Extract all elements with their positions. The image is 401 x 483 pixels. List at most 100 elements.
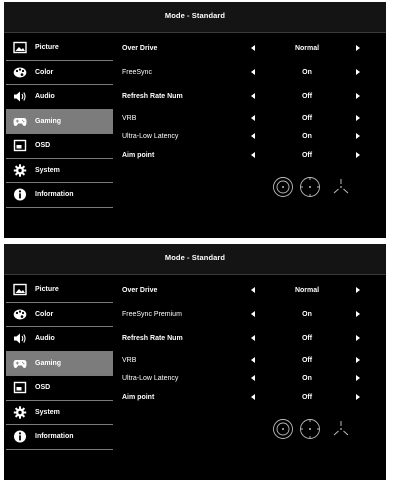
sidebar-item-label: Gaming [35,117,62,125]
arrow-right-icon[interactable] [356,357,360,363]
arrow-left-icon[interactable] [251,152,255,158]
mode-title: Mode - Standard [164,253,226,262]
info-icon [14,430,26,443]
setting-label: VRB [122,357,137,364]
osd-icon [13,139,27,152]
sidebar-item-picture[interactable]: Picture [6,36,113,61]
sidebar-item-label: System [35,408,60,416]
setting-label: Refresh Rate Num [122,335,183,342]
setting-row-freesync[interactable]: FreeSync On [122,66,372,80]
setting-row-over-drive[interactable]: Over Drive Normal [122,42,372,56]
arrow-right-icon[interactable] [356,394,360,400]
palette-icon [13,67,27,77]
setting-row-refresh-rate-num[interactable]: Refresh Rate Num Off [122,332,372,346]
aim-point-circle-icon[interactable] [272,418,294,440]
aim-point-chevron-icon[interactable] [330,418,352,440]
aim-point-dot-icon[interactable] [299,418,321,440]
title-bar: Mode - Standard [4,244,386,275]
arrow-left-icon[interactable] [251,115,255,121]
sidebar-item-label: Picture [35,44,59,51]
arrow-left-icon[interactable] [251,287,255,293]
sidebar-item-label: Gaming [35,359,62,367]
aim-point-dot-icon[interactable] [299,176,321,198]
gamepad-icon [13,359,27,368]
setting-label: FreeSync Premium [122,311,182,318]
arrow-left-icon[interactable] [251,69,255,75]
sidebar-item-gaming[interactable]: Gaming [6,109,113,134]
mode-title: Mode - Standard [164,11,226,20]
speaker-icon [14,333,26,344]
aim-point-chevron-icon[interactable] [330,176,352,198]
sidebar-item-information[interactable]: Information [6,425,113,450]
sidebar-item-picture[interactable]: Picture [6,278,113,303]
arrow-right-icon[interactable] [356,335,360,341]
sidebar-item-label: Audio [35,93,55,100]
setting-value: Off [301,93,313,100]
speaker-icon [14,91,26,102]
arrow-left-icon[interactable] [251,375,255,381]
sidebar-item-system[interactable]: System [6,159,113,183]
palette-icon [13,309,27,319]
setting-row-refresh-rate-num[interactable]: Refresh Rate Num Off [122,90,372,104]
setting-row-freesync-premium[interactable]: FreeSync Premium On [122,308,372,322]
sidebar-item-osd[interactable]: OSD [6,376,113,401]
arrow-right-icon[interactable] [356,115,360,121]
setting-value: Normal [294,287,320,294]
arrow-right-icon[interactable] [356,93,360,99]
arrow-left-icon[interactable] [251,394,255,400]
info-icon [14,188,26,201]
sidebar-item-color[interactable]: Color [6,303,113,327]
setting-value: Off [301,357,313,364]
setting-row-over-drive[interactable]: Over Drive Normal [122,284,372,298]
setting-value: Off [301,394,313,401]
setting-row-vrb[interactable]: VRB Off [122,112,372,126]
setting-row-ultra-low-latency[interactable]: Ultra-Low Latency On [122,372,372,386]
arrow-left-icon[interactable] [251,133,255,139]
arrow-left-icon[interactable] [251,357,255,363]
setting-value: Off [301,335,313,342]
gear-icon [13,405,27,419]
sidebar-item-color[interactable]: Color [6,61,113,85]
sidebar: Picture Color Audio Gaming OSD System In… [6,36,113,208]
setting-row-vrb[interactable]: VRB Off [122,354,372,368]
arrow-left-icon[interactable] [251,45,255,51]
sidebar-item-label: Audio [35,335,55,342]
picture-icon [13,41,27,54]
arrow-right-icon[interactable] [356,287,360,293]
sidebar-item-audio[interactable]: Audio [6,85,113,110]
sidebar-item-label: OSD [35,384,51,391]
setting-row-aim-point[interactable]: Aim point Off [122,391,372,405]
sidebar-item-information[interactable]: Information [6,183,113,208]
sidebar-item-audio[interactable]: Audio [6,327,113,352]
arrow-left-icon[interactable] [251,335,255,341]
setting-label: Refresh Rate Num [122,93,183,100]
sidebar-item-osd[interactable]: OSD [6,134,113,159]
sidebar-item-label: Color [35,310,54,318]
arrow-right-icon[interactable] [356,133,360,139]
arrow-right-icon[interactable] [356,152,360,158]
arrow-left-icon[interactable] [251,93,255,99]
setting-label: Ultra-Low Latency [122,133,179,140]
osd-menu-panel-2: Mode - Standard Picture Color Audio Gami… [4,244,386,480]
setting-value: Off [301,115,313,122]
sidebar-item-system[interactable]: System [6,401,113,425]
setting-label: Over Drive [122,287,158,294]
aim-point-options [268,176,358,202]
arrow-right-icon[interactable] [356,69,360,75]
arrow-right-icon[interactable] [356,311,360,317]
picture-icon [13,283,27,296]
arrow-left-icon[interactable] [251,311,255,317]
setting-row-ultra-low-latency[interactable]: Ultra-Low Latency On [122,130,372,144]
setting-value: On [302,311,312,318]
gear-icon [13,163,27,177]
sidebar-item-gaming[interactable]: Gaming [6,351,113,376]
arrow-right-icon[interactable] [356,45,360,51]
setting-value: Off [301,152,313,159]
setting-row-aim-point[interactable]: Aim point Off [122,149,372,163]
setting-value: On [302,69,312,76]
osd-icon [13,381,27,394]
aim-point-circle-icon[interactable] [272,176,294,198]
setting-label: Aim point [122,152,155,159]
setting-value: On [302,375,312,382]
arrow-right-icon[interactable] [356,375,360,381]
